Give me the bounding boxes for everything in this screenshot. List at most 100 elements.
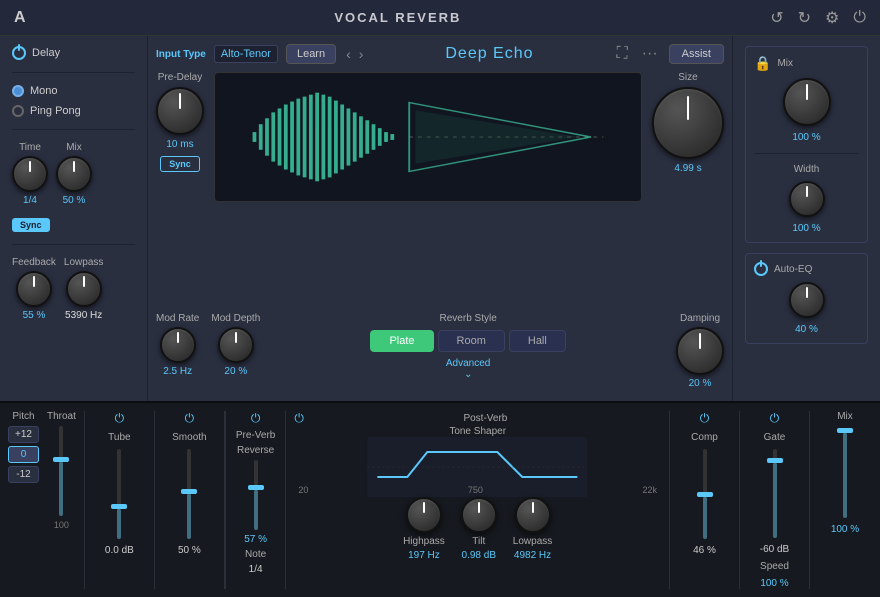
input-type-value[interactable]: Alto-Tenor: [214, 45, 278, 63]
predelay-sync-button[interactable]: Sync: [160, 156, 200, 172]
learn-button[interactable]: Learn: [286, 44, 336, 64]
pitch-label: Pitch: [12, 411, 34, 422]
plate-button[interactable]: Plate: [370, 330, 433, 352]
mod-depth-knob[interactable]: [218, 327, 254, 363]
predelay-value: 10 ms: [166, 139, 193, 150]
reverse-label: Reverse: [237, 445, 274, 456]
gate-db-value: -60 dB: [760, 544, 789, 555]
reverse-power-icon[interactable]: ⏻: [251, 411, 261, 426]
mix-bottom-fader[interactable]: [843, 428, 847, 518]
ping-pong-radio[interactable]: [12, 105, 24, 117]
pitch-plus12-btn[interactable]: +12: [8, 426, 39, 443]
mix-section-header: 🔒 Mix: [754, 55, 859, 72]
feedback-knob[interactable]: [16, 271, 52, 307]
room-button[interactable]: Room: [438, 330, 505, 352]
gate-label: Gate: [764, 432, 786, 443]
reverse-fader[interactable]: [254, 460, 258, 530]
lock-icon[interactable]: 🔒: [754, 55, 771, 72]
hall-button[interactable]: Hall: [509, 330, 566, 352]
ping-pong-toggle[interactable]: Ping Pong: [12, 105, 135, 117]
sync-button[interactable]: Sync: [12, 218, 50, 232]
preverb-inner: ⏻ Pre-Verb Reverse 57 % Note 1/4: [236, 411, 275, 575]
assist-button[interactable]: Assist: [669, 44, 724, 64]
preverb-label: Pre-Verb: [236, 430, 275, 441]
lowpass-label: Lowpass: [64, 257, 103, 268]
size-label: Size: [678, 72, 697, 83]
postverb-label: Post-Verb: [310, 413, 661, 424]
mix-value: 100 %: [792, 132, 820, 143]
mod-rate-knob[interactable]: [160, 327, 196, 363]
mod-rate-group: Mod Rate 2.5 Hz: [156, 313, 199, 377]
tube-section: ⏻ Tube 0.0 dB: [85, 411, 155, 589]
pitch-minus12-btn[interactable]: -12: [8, 466, 39, 483]
smooth-power-icon[interactable]: ⏻: [185, 411, 195, 426]
mix-left-knob[interactable]: [56, 156, 92, 192]
mono-radio[interactable]: [12, 85, 24, 97]
auto-eq-knob[interactable]: [789, 282, 825, 318]
lowpass-value: 5390 Hz: [65, 310, 102, 321]
tilt-group: Tilt 0.98 dB: [461, 497, 497, 561]
input-type-label: Input Type: [156, 49, 206, 60]
next-arrow[interactable]: ›: [357, 46, 366, 62]
auto-eq-value: 40 %: [795, 324, 818, 335]
lowpass-knob[interactable]: [66, 271, 102, 307]
pitch-throat-section: Pitch +12 0 -12 Throat 100: [0, 411, 85, 589]
menu-icon[interactable]: ···: [639, 45, 661, 63]
left-panel: Delay Mono Ping Pong Time 1/4 Mix 50 %: [0, 36, 148, 401]
tube-fader[interactable]: [117, 449, 121, 539]
mix-bottom-label: Mix: [837, 411, 853, 422]
note-label: Note: [245, 549, 266, 560]
feedback-group: Feedback 55 %: [12, 257, 56, 321]
advanced-link[interactable]: Advanced ⌄: [446, 358, 490, 380]
width-value: 100 %: [792, 223, 820, 234]
reverb-style-group: Reverb Style Plate Room Hall Advanced ⌄: [272, 313, 664, 380]
redo-icon[interactable]: ↻: [798, 8, 811, 28]
comp-fader[interactable]: [703, 449, 707, 539]
app-logo: A: [14, 9, 26, 27]
chevron-down-icon: ⌄: [464, 369, 472, 380]
mod-rate-label: Mod Rate: [156, 313, 199, 324]
throat-fader[interactable]: [59, 426, 63, 516]
highpass-knob[interactable]: [406, 497, 442, 533]
size-knob[interactable]: [652, 87, 724, 159]
mix-knob[interactable]: [783, 78, 831, 126]
damping-group: Damping 20 %: [676, 313, 724, 389]
comp-power-icon[interactable]: ⏻: [700, 411, 710, 426]
tilt-label: Tilt: [472, 536, 485, 547]
mono-toggle[interactable]: Mono: [12, 85, 135, 97]
reverse-value: 57 %: [244, 534, 267, 545]
delay-power-icon[interactable]: [12, 46, 26, 60]
undo-icon[interactable]: ↺: [770, 8, 783, 28]
reverb-style-label: Reverb Style: [440, 313, 497, 324]
time-knob[interactable]: [12, 156, 48, 192]
pitch-0-btn[interactable]: 0: [8, 446, 39, 463]
settings-icon[interactable]: ⚙: [825, 8, 839, 28]
lowpass-ts-knob[interactable]: [515, 497, 551, 533]
mix-bottom-value: 100 %: [831, 524, 859, 535]
mix-left-label: Mix: [66, 142, 82, 153]
auto-eq-section: Auto-EQ 40 %: [745, 253, 868, 344]
lowpass-group: Lowpass 5390 Hz: [64, 257, 103, 321]
damping-knob[interactable]: [676, 327, 724, 375]
gate-power-icon[interactable]: ⏻: [770, 411, 780, 426]
tilt-knob[interactable]: [461, 497, 497, 533]
gate-section: ⏻ Gate -60 dB Speed 100 %: [740, 411, 810, 589]
mod-depth-label: Mod Depth: [211, 313, 260, 324]
delay-toggle[interactable]: Delay: [12, 46, 135, 60]
mix-width-section: 🔒 Mix 100 % Width 100 %: [745, 46, 868, 243]
expand-icon[interactable]: ⛶: [613, 45, 630, 63]
mono-label: Mono: [30, 85, 58, 97]
width-knob[interactable]: [789, 181, 825, 217]
postverb-power-icon[interactable]: ⏻: [294, 411, 304, 426]
gate-fader[interactable]: [773, 449, 777, 538]
power-icon[interactable]: ⏻: [853, 9, 866, 27]
auto-eq-power-icon[interactable]: [754, 262, 768, 276]
tilt-value: 0.98 dB: [462, 550, 496, 561]
predelay-knob[interactable]: [156, 87, 204, 135]
smooth-section: ⏻ Smooth 50 %: [155, 411, 225, 589]
tube-value: 0.0 dB: [105, 545, 134, 556]
tube-power-icon[interactable]: ⏻: [115, 411, 125, 426]
prev-arrow[interactable]: ‹: [344, 46, 353, 62]
smooth-fader[interactable]: [187, 449, 191, 539]
main-area: Delay Mono Ping Pong Time 1/4 Mix 50 %: [0, 36, 880, 401]
